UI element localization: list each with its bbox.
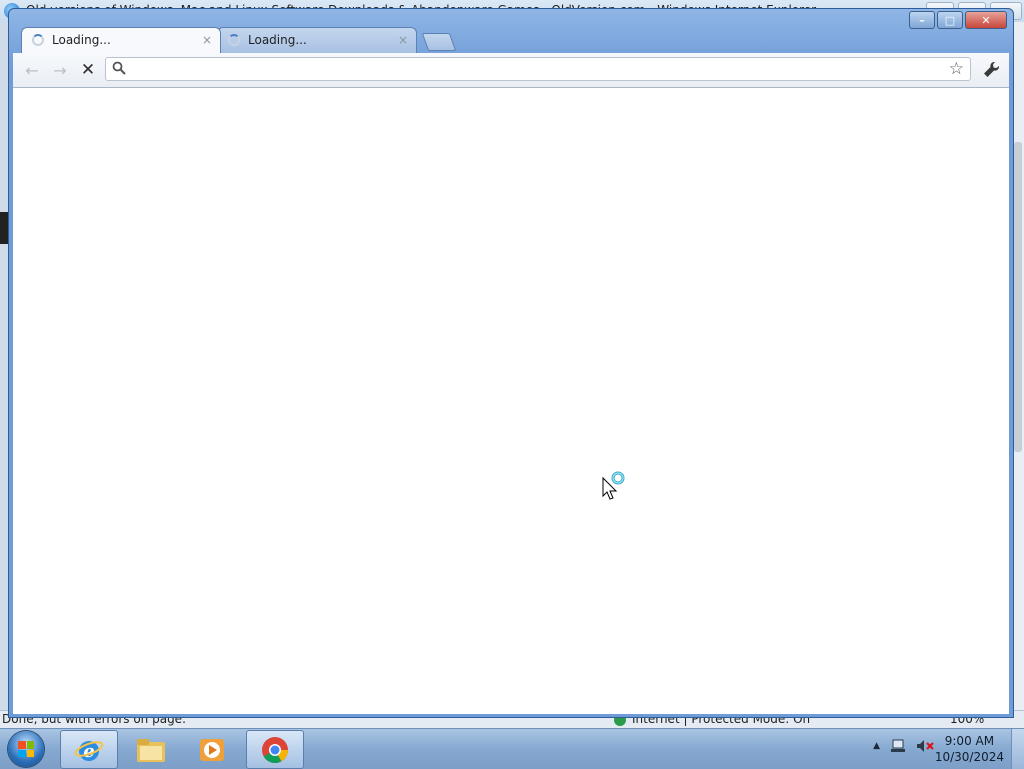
start-button[interactable] (8, 731, 44, 767)
tab-close-icon[interactable]: × (202, 33, 212, 47)
tab-strip: Loading... × Loading... × (21, 27, 1001, 53)
windows-logo-icon (18, 741, 34, 757)
folder-icon (137, 738, 165, 762)
forward-arrow-icon[interactable]: → (49, 60, 71, 80)
ie-scrollbar[interactable] (1014, 142, 1022, 452)
chrome-icon (262, 736, 289, 763)
browser-toolbar: ← → ✕ ☆ (13, 53, 1009, 88)
media-player-icon (200, 738, 224, 761)
show-hidden-icons-icon[interactable]: ▲ (873, 741, 880, 751)
system-tray: ▲ (873, 739, 934, 753)
taskbar: e ▲ 9:00 AM 10/30/2024 (0, 728, 1024, 769)
clock-time: 9:00 AM (944, 734, 995, 748)
stop-icon[interactable]: ✕ (77, 60, 99, 80)
search-icon (112, 61, 126, 75)
tab-close-icon[interactable]: × (398, 33, 408, 47)
taskbar-internet-explorer[interactable]: e (60, 730, 118, 769)
new-tab-button[interactable] (421, 33, 457, 51)
address-input[interactable] (134, 60, 938, 80)
back-arrow-icon[interactable]: ← (21, 60, 43, 80)
star-icon[interactable]: ☆ (949, 59, 964, 79)
tab-title: Loading... (248, 33, 307, 47)
clock-date: 10/30/2024 (934, 750, 1004, 764)
taskbar-media-player[interactable] (184, 730, 242, 769)
taskbar-windows-explorer[interactable] (122, 730, 180, 769)
tab-title: Loading... (52, 33, 111, 47)
clock[interactable]: 9:00 AM 10/30/2024 (935, 733, 1004, 765)
tab-inactive[interactable]: Loading... × (217, 27, 417, 53)
network-icon[interactable] (890, 739, 906, 753)
busy-cursor-icon (602, 471, 625, 500)
omnibox[interactable]: ☆ (105, 57, 971, 81)
loading-spinner-icon (32, 34, 44, 46)
volume-muted-icon[interactable] (916, 739, 934, 753)
page-content[interactable] (13, 88, 1009, 714)
tab-active[interactable]: Loading... × (21, 27, 221, 53)
show-desktop-button[interactable] (1011, 729, 1024, 769)
loading-spinner-icon (228, 34, 240, 46)
chrome-window: – □ ✕ Loading... × Loading... × ← → ✕ ☆ (8, 8, 1014, 718)
taskbar-google-chrome[interactable] (246, 730, 304, 769)
wrench-icon[interactable] (981, 60, 1001, 80)
internet-explorer-icon: e (74, 740, 104, 762)
